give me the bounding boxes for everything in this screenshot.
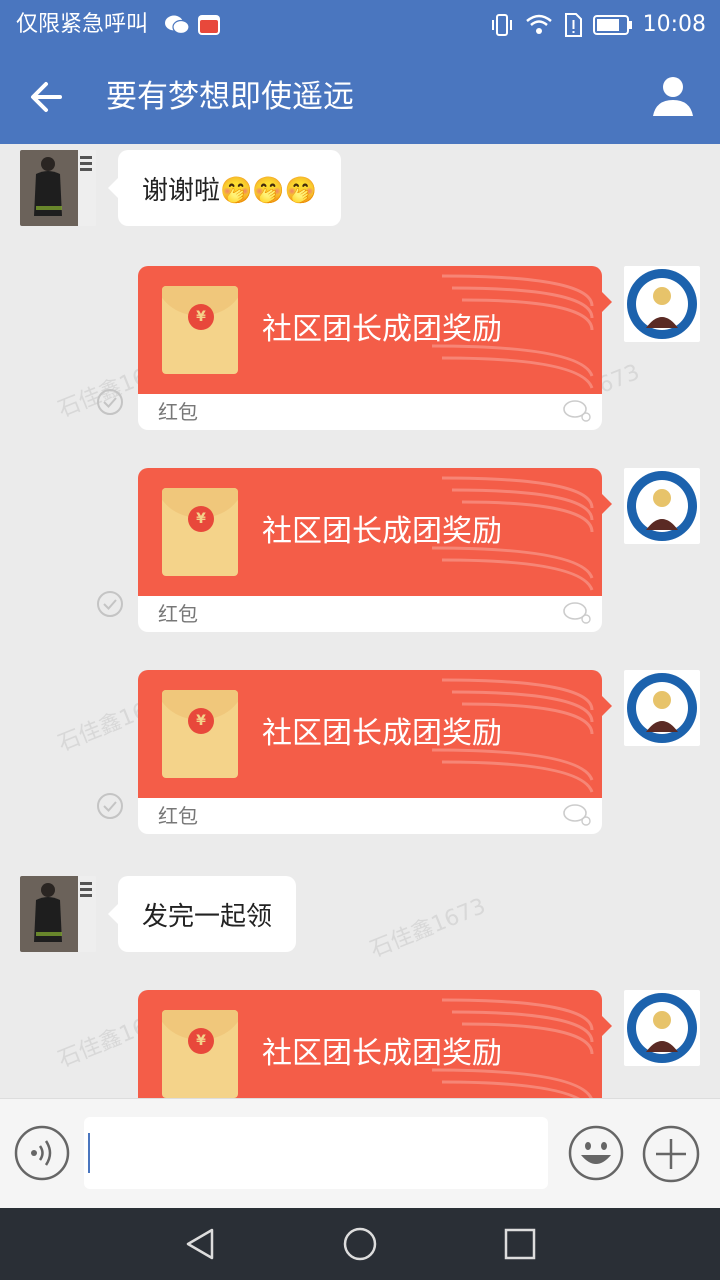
triangle-back-icon (186, 1228, 214, 1260)
watermark: 石佳鑫1673 (366, 893, 490, 963)
message-list[interactable]: 石佳鑫1673 石佳鑫1673 石佳鑫1673 石佳鑫1673 石佳鑫1673 … (0, 144, 720, 1098)
chat-title: 要有梦想即使遥远 (106, 79, 354, 115)
square-recents-icon (504, 1228, 536, 1260)
my-avatar[interactable] (624, 990, 700, 1066)
red-packet-title: 社区团长成团奖励 (262, 716, 502, 751)
red-packet-envelope-icon: ¥ (162, 488, 238, 576)
red-packet-body: ¥ 社区团长成团奖励 (138, 670, 602, 798)
my-avatar[interactable] (624, 670, 700, 746)
wechat-icon (165, 15, 190, 35)
chat-bubble-icon (563, 400, 591, 422)
back-button[interactable] (24, 74, 74, 120)
nav-home-button[interactable] (342, 1226, 378, 1262)
battery-icon (592, 15, 632, 35)
red-packet-footer: 红包 (138, 394, 602, 430)
red-packet-card[interactable]: ¥ 社区团长成团奖励 红包 (138, 990, 612, 1098)
red-packet-envelope-icon: ¥ (162, 286, 238, 374)
chat-header: 要有梦想即使遥远 (0, 50, 720, 144)
plus-icon (642, 1125, 700, 1183)
chat-bubble-icon (563, 804, 591, 826)
system-nav-bar (0, 1208, 720, 1280)
chat-profile-button[interactable] (648, 72, 698, 122)
red-packet-title: 社区团长成团奖励 (262, 514, 502, 549)
red-packet-body: ¥ 社区团长成团奖励 (138, 990, 602, 1098)
my-avatar[interactable] (624, 468, 700, 544)
sender-avatar[interactable] (20, 876, 96, 952)
emoji-icon (568, 1125, 624, 1181)
text-message-bubble[interactable]: 发完一起领 (107, 876, 297, 952)
red-packet-body: ¥ 社区团长成团奖励 (138, 266, 602, 394)
chat-bubble-icon (563, 602, 591, 624)
notification-icons (164, 12, 222, 38)
red-packet-card[interactable]: ¥ 社区团长成团奖励 红包 (138, 266, 612, 430)
avatar-logo-icon (627, 269, 697, 339)
emoji-button[interactable] (568, 1125, 624, 1181)
sim-alert-icon (564, 13, 582, 37)
red-packet-label: 红包 (158, 804, 198, 828)
red-packet-card[interactable]: ¥ 社区团长成团奖励 红包 (138, 468, 612, 632)
avatar-photo-icon (20, 876, 96, 952)
calendar-app-icon (198, 15, 220, 35)
clock: 10:08 (642, 12, 706, 37)
red-packet-body: ¥ 社区团长成团奖励 (138, 468, 602, 596)
more-button[interactable] (642, 1125, 700, 1183)
text-cursor (88, 1133, 90, 1173)
avatar-photo-icon (20, 150, 96, 226)
read-check-icon (97, 591, 123, 617)
red-packet-title: 社区团长成团奖励 (262, 1036, 502, 1071)
input-bar (0, 1098, 720, 1208)
person-icon (653, 77, 693, 116)
message-input[interactable] (84, 1117, 548, 1189)
circle-home-icon (343, 1227, 377, 1261)
status-bar: 仅限紧急呼叫 10:08 (0, 0, 720, 50)
sender-avatar[interactable] (20, 150, 96, 226)
voice-button[interactable] (14, 1125, 70, 1181)
red-packet-card[interactable]: ¥ 社区团长成团奖励 红包 (138, 670, 612, 834)
red-packet-envelope-icon: ¥ (162, 1010, 238, 1098)
avatar-logo-icon (627, 673, 697, 743)
my-avatar[interactable] (624, 266, 700, 342)
red-packet-title: 社区团长成团奖励 (262, 312, 502, 347)
wifi-icon (525, 14, 552, 34)
avatar-logo-icon (627, 993, 697, 1063)
message-text: 谢谢啦🤭🤭🤭 (142, 175, 318, 206)
nav-back-button[interactable] (182, 1226, 218, 1262)
back-arrow-icon (31, 82, 62, 112)
nav-recents-button[interactable] (502, 1226, 538, 1262)
red-packet-label: 红包 (158, 400, 198, 424)
carrier-text: 仅限紧急呼叫 (16, 12, 149, 37)
read-check-icon (97, 389, 123, 415)
red-packet-label: 红包 (158, 602, 198, 626)
vibrate-icon (491, 14, 512, 36)
red-packet-footer: 红包 (138, 596, 602, 632)
red-packet-envelope-icon: ¥ (162, 690, 238, 778)
read-check-icon (97, 793, 123, 819)
voice-icon (14, 1125, 70, 1181)
red-packet-footer: 红包 (138, 798, 602, 834)
system-status-icons: 10:08 (489, 10, 706, 40)
message-text: 发完一起领 (142, 901, 273, 932)
text-message-bubble[interactable]: 谢谢啦🤭🤭🤭 (107, 150, 342, 226)
avatar-logo-icon (627, 471, 697, 541)
